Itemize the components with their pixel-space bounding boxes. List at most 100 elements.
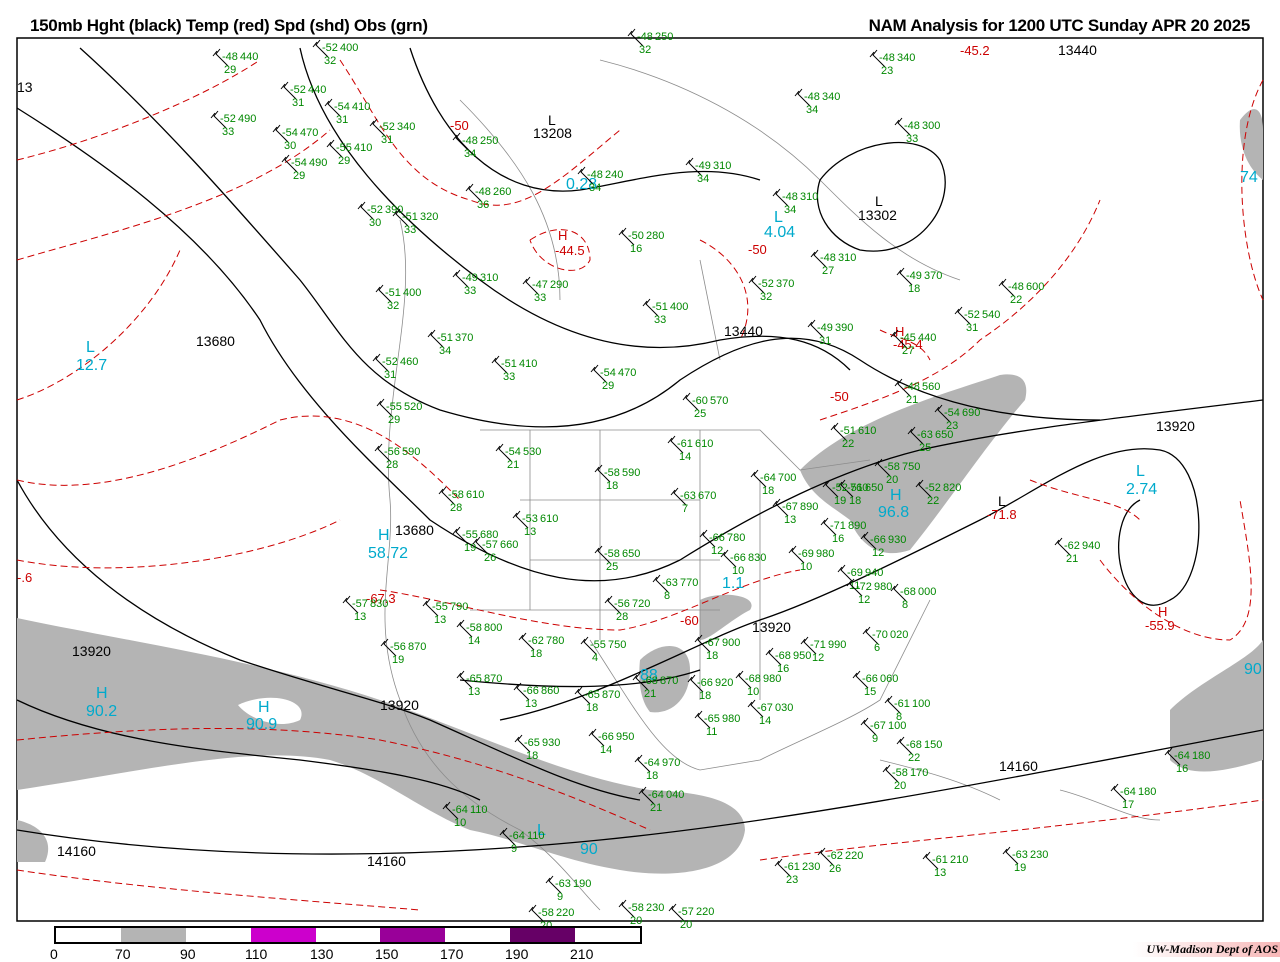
station-height: 040	[666, 789, 684, 801]
credit: UW-Madison Dept of AOS	[1132, 942, 1280, 957]
station-dewpoint-depression: 18	[586, 702, 598, 714]
station-dewpoint-depression: 14	[468, 635, 480, 647]
station-dewpoint-depression: 29	[293, 170, 305, 182]
legend-swatch	[380, 928, 446, 942]
station-height: 590	[622, 467, 640, 479]
station-temp: -65	[524, 737, 540, 749]
station-temp: -58	[884, 461, 900, 473]
station-dewpoint-depression: 13	[525, 698, 537, 710]
station-dewpoint-depression: 17	[1122, 799, 1134, 811]
legend-swatch	[250, 928, 316, 942]
station-dewpoint-depression: 12	[711, 545, 723, 557]
station-temp: -48	[820, 252, 836, 264]
station-height: 220	[696, 906, 714, 918]
speed-label: 90.9	[246, 716, 277, 733]
station-temp: -51	[652, 301, 668, 313]
station-dewpoint-depression: 34	[589, 182, 601, 194]
temp-label: -45.2	[960, 43, 990, 58]
station-height: 610	[858, 425, 876, 437]
station-height: 490	[238, 113, 256, 125]
station-dewpoint-depression: 26	[484, 552, 496, 564]
station-dewpoint-depression: 12	[872, 547, 884, 559]
station-temp: -51	[402, 211, 418, 223]
station-height: 570	[710, 395, 728, 407]
station-temp: -51	[437, 332, 453, 344]
station-height: 310	[480, 272, 498, 284]
station-dewpoint-depression: 34	[784, 204, 796, 216]
station-temp: -61	[932, 854, 948, 866]
station-height: 540	[982, 309, 1000, 321]
height-label: 13	[17, 79, 33, 95]
station-temp: -68	[900, 586, 916, 598]
speed-label: 96.8	[878, 504, 909, 521]
station-height: 410	[354, 142, 372, 154]
station-dewpoint-depression: 25	[606, 561, 618, 573]
station-height: 440	[308, 84, 326, 96]
station-dewpoint-depression: 34	[439, 345, 451, 357]
station-temp: -57	[678, 906, 694, 918]
station-temp: -52	[322, 42, 338, 54]
station-dewpoint-depression: 19	[464, 542, 476, 554]
speed-low-marker: L	[774, 209, 783, 226]
station-dewpoint-depression: 33	[464, 285, 476, 297]
station-dewpoint-depression: 9	[511, 843, 517, 855]
station-dewpoint-depression: 33	[222, 126, 234, 138]
station-temp: -56	[384, 446, 400, 458]
legend-swatch	[445, 928, 511, 942]
station-height: 950	[616, 731, 634, 743]
station-height: 000	[918, 586, 936, 598]
station-temp: -64	[648, 789, 664, 801]
station-height: 690	[962, 407, 980, 419]
speed-low-marker: L	[1136, 463, 1145, 480]
station-dewpoint-depression: 13	[934, 867, 946, 879]
station-dewpoint-depression: 4	[592, 652, 598, 664]
height-label: 13680	[395, 522, 434, 538]
station-height: 700	[778, 472, 796, 484]
station-dewpoint-depression: 10	[732, 565, 744, 577]
station-temp: -48	[804, 91, 820, 103]
station-height: 470	[300, 127, 318, 139]
station-temp: -69	[847, 567, 863, 579]
station-height: 320	[420, 211, 438, 223]
station-height: 310	[838, 252, 856, 264]
station-temp: -65	[704, 713, 720, 725]
speed-label: 90.2	[86, 703, 117, 720]
station-temp: -63	[917, 429, 933, 441]
speed-legend	[54, 926, 642, 944]
station-height: 900	[722, 637, 740, 649]
station-dewpoint-depression: 19	[392, 654, 404, 666]
station-height: 180	[1192, 750, 1210, 762]
station-height: 030	[775, 702, 793, 714]
height-label: 13680	[196, 333, 235, 349]
station-height: 150	[924, 739, 942, 751]
weather-map-page: 150mb Hght (black) Temp (red) Spd (shd) …	[0, 0, 1280, 962]
station-height: 100	[888, 720, 906, 732]
station-height: 250	[480, 135, 498, 147]
map-canvas: 13680 13680 13920 13920 13920 13920 1344…	[16, 28, 1264, 932]
station-temp: -49	[817, 322, 833, 334]
station-dewpoint-depression: 14	[600, 744, 612, 756]
station-height: 240	[605, 169, 623, 181]
station-height: 410	[352, 101, 370, 113]
station-dewpoint-depression: 15	[864, 686, 876, 698]
station-height: 940	[1082, 540, 1100, 552]
station-dewpoint-depression: 20	[886, 474, 898, 486]
station-dewpoint-depression: 34	[697, 173, 709, 185]
station-dewpoint-depression: 26	[829, 863, 841, 875]
station-height: 720	[632, 598, 650, 610]
station-height: 520	[404, 401, 422, 413]
station-temp: -67	[870, 720, 886, 732]
station-height: 870	[484, 673, 502, 685]
station-height: 650	[935, 429, 953, 441]
height-label: 14160	[57, 843, 96, 859]
height-label: 14160	[999, 758, 1038, 774]
station-temp: -55	[336, 142, 352, 154]
station-height: 060	[880, 673, 898, 685]
station-height: 210	[950, 854, 968, 866]
station-height: 930	[542, 737, 560, 749]
station-dewpoint-depression: 18	[646, 770, 658, 782]
station-height: 280	[646, 230, 664, 242]
station-height: 190	[573, 878, 591, 890]
station-height: 250	[655, 31, 673, 43]
temp-label: -50	[450, 118, 469, 133]
